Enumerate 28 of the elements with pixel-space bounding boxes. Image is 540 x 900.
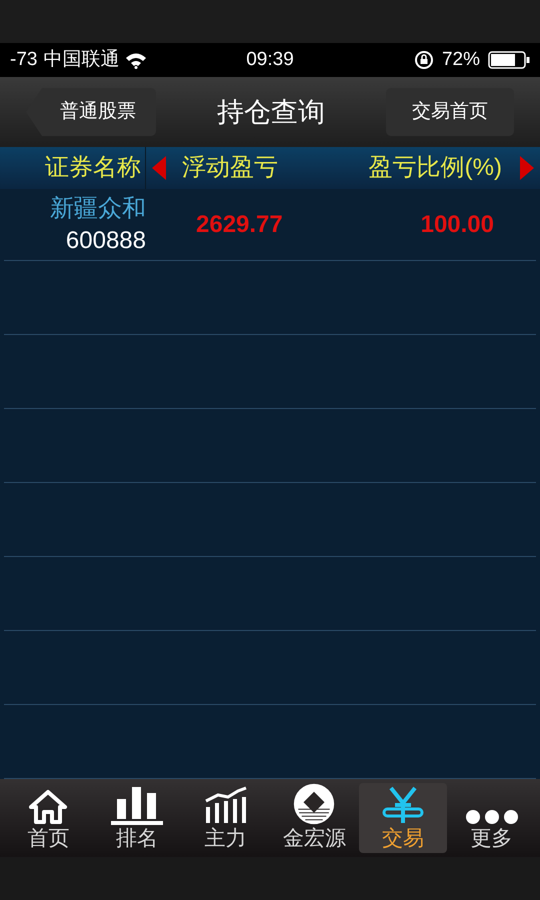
right-arrow-icon xyxy=(520,156,534,180)
stock-name: 新疆众和 xyxy=(50,194,146,224)
tab-bar-item[interactable]: 金宏源 xyxy=(270,782,358,853)
clock-time: 09:39 xyxy=(245,48,295,72)
signal-strength: -73 xyxy=(10,48,38,72)
column-header: 浮动盈亏 xyxy=(182,153,279,184)
trade-home-button[interactable]: 交易首页 xyxy=(386,88,514,136)
column-header: 盈亏比例(%) xyxy=(368,153,502,184)
tab-bar-item[interactable]: 首页 xyxy=(4,782,92,853)
yen-icon xyxy=(380,784,425,825)
carrier-name: 中国联通 xyxy=(43,48,120,72)
rotation-lock-icon xyxy=(414,50,434,70)
trend-chart-icon xyxy=(204,784,248,825)
tab-bar-item[interactable]: 交易 xyxy=(358,782,447,853)
page-title: 持仓查询 xyxy=(217,96,325,129)
floating-profit: 2629.77 xyxy=(196,210,283,240)
battery-percent: 72% xyxy=(442,48,480,72)
tab-bar-item[interactable]: 更多 xyxy=(448,782,536,853)
tab-bar-item[interactable]: 排名 xyxy=(92,782,181,853)
left-arrow-icon xyxy=(152,156,166,180)
back-button[interactable]: 普通股票 xyxy=(26,88,156,136)
stock-code: 600888 xyxy=(66,226,146,256)
profit-ratio: 100.00 xyxy=(420,210,494,240)
home-icon xyxy=(28,788,68,825)
battery-icon xyxy=(488,51,530,70)
tab-bar-item[interactable]: 主力 xyxy=(182,782,270,853)
wifi-icon xyxy=(125,52,148,69)
more-icon xyxy=(464,808,519,825)
